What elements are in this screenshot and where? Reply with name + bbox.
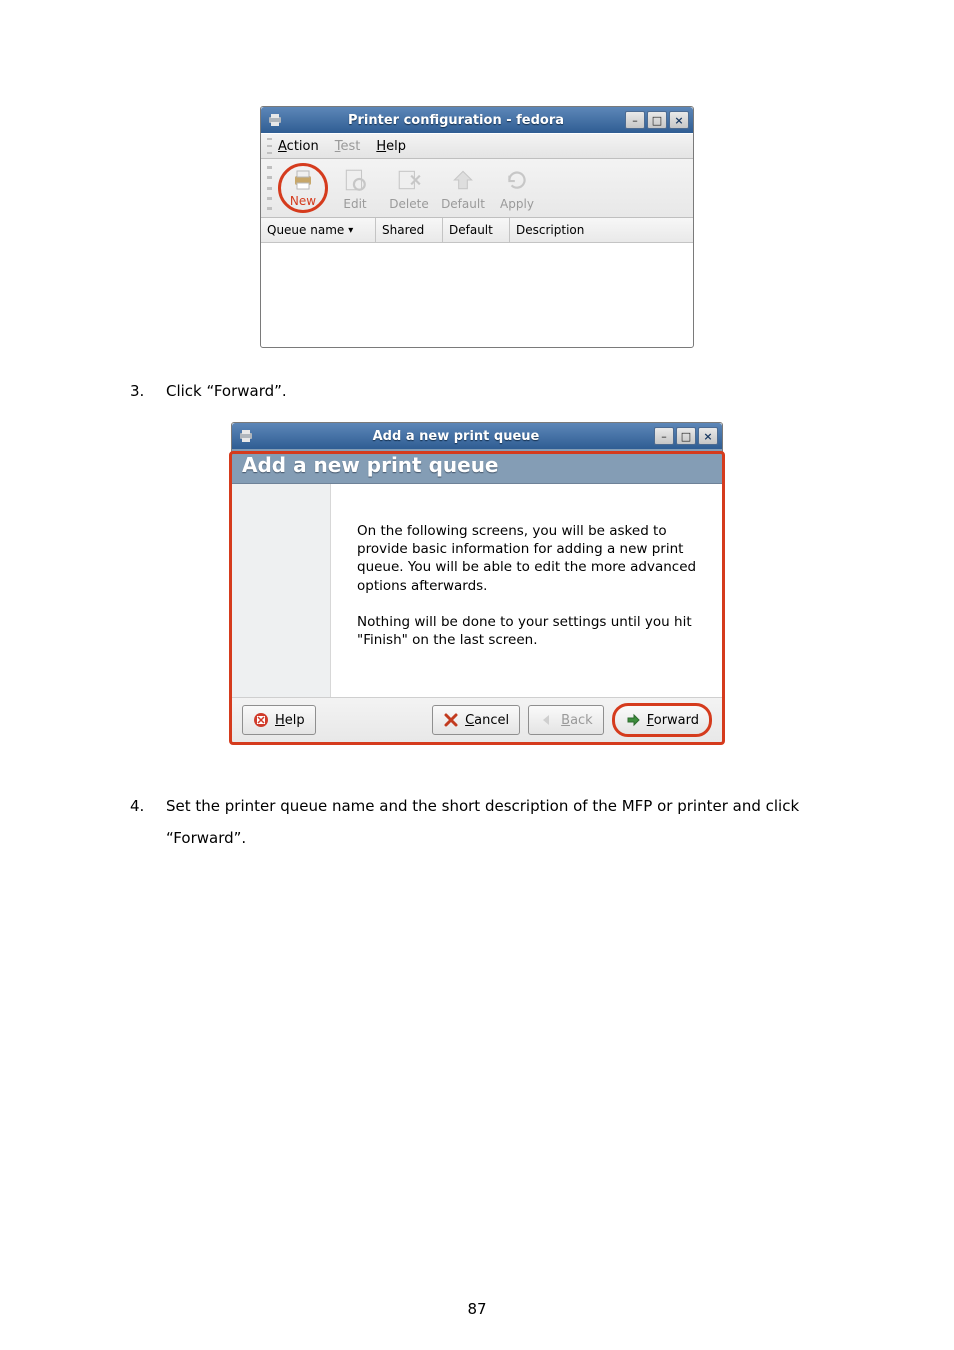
page-number: 87 bbox=[0, 1300, 954, 1318]
default-label: Default bbox=[441, 197, 485, 211]
delete-label: Delete bbox=[389, 197, 428, 211]
add-queue-window: Add a new print queue – □ × Add a new pr… bbox=[231, 422, 723, 743]
wizard-para-2: Nothing will be done to your settings un… bbox=[357, 613, 704, 649]
edit-label: Edit bbox=[343, 197, 366, 211]
new-button-highlight: New bbox=[278, 163, 328, 213]
window-title: Printer configuration - fedora bbox=[289, 113, 623, 128]
default-button: Default bbox=[436, 161, 490, 215]
menu-test: Test bbox=[335, 139, 361, 154]
wizard-content: On the following screens, you will be as… bbox=[331, 484, 722, 697]
back-button: Back bbox=[528, 705, 604, 735]
wizard-footer: Help Cancel Back Forward bbox=[232, 697, 722, 742]
window-title: Add a new print queue bbox=[260, 429, 652, 444]
step-3: 3. Click “Forward”. bbox=[130, 382, 824, 400]
forward-button[interactable]: Forward bbox=[612, 703, 712, 737]
back-icon bbox=[539, 712, 555, 728]
table-body-empty bbox=[261, 243, 693, 347]
window-controls: – □ × bbox=[623, 111, 689, 129]
edit-button: Edit bbox=[328, 161, 382, 215]
sort-arrow-icon: ▾ bbox=[348, 225, 353, 236]
col-queue-name[interactable]: Queue name▾ bbox=[261, 218, 376, 242]
title-bar: Add a new print queue – □ × bbox=[232, 423, 722, 449]
wizard-banner: Add a new print queue bbox=[232, 449, 722, 484]
apply-icon bbox=[502, 165, 532, 195]
printer-icon bbox=[267, 112, 283, 128]
wizard-para-1: On the following screens, you will be as… bbox=[357, 522, 704, 595]
wizard-sidebar bbox=[232, 484, 331, 697]
menubar-handle bbox=[267, 138, 272, 154]
menu-bar: Action Test Help bbox=[261, 133, 693, 159]
toolbar-handle bbox=[267, 166, 272, 210]
help-button[interactable]: Help bbox=[242, 705, 316, 735]
step-text: Set the printer queue name and the short… bbox=[166, 791, 824, 854]
close-button[interactable]: × bbox=[698, 427, 718, 445]
toolbar: New Edit Delete Default Apply bbox=[261, 159, 693, 218]
printer-icon bbox=[238, 428, 254, 444]
cancel-button[interactable]: Cancel bbox=[432, 705, 520, 735]
cancel-icon bbox=[443, 712, 459, 728]
col-default[interactable]: Default bbox=[443, 218, 510, 242]
step-number: 3. bbox=[130, 382, 166, 400]
new-label[interactable]: New bbox=[290, 194, 316, 208]
col-description[interactable]: Description bbox=[510, 218, 693, 242]
apply-button: Apply bbox=[490, 161, 544, 215]
wizard-title: Add a new print queue bbox=[242, 453, 712, 477]
wizard-body: On the following screens, you will be as… bbox=[232, 484, 722, 697]
printer-config-window: Printer configuration - fedora – □ × Act… bbox=[260, 106, 694, 348]
maximize-button[interactable]: □ bbox=[647, 111, 667, 129]
apply-label: Apply bbox=[500, 197, 534, 211]
window-controls: – □ × bbox=[652, 427, 718, 445]
edit-icon bbox=[340, 165, 370, 195]
close-button[interactable]: × bbox=[669, 111, 689, 129]
default-icon bbox=[448, 165, 478, 195]
step-text: Click “Forward”. bbox=[166, 382, 824, 400]
minimize-button[interactable]: – bbox=[654, 427, 674, 445]
maximize-button[interactable]: □ bbox=[676, 427, 696, 445]
help-icon bbox=[253, 712, 269, 728]
delete-button: Delete bbox=[382, 161, 436, 215]
menu-help[interactable]: Help bbox=[376, 139, 406, 154]
printer-new-icon[interactable] bbox=[291, 168, 315, 192]
forward-icon bbox=[625, 712, 641, 728]
delete-icon bbox=[394, 165, 424, 195]
step-4: 4. Set the printer queue name and the sh… bbox=[130, 791, 824, 854]
col-shared[interactable]: Shared bbox=[376, 218, 443, 242]
table-header: Queue name▾ Shared Default Description bbox=[261, 218, 693, 243]
title-bar: Printer configuration - fedora – □ × bbox=[261, 107, 693, 133]
menu-action[interactable]: Action bbox=[278, 139, 319, 154]
step-number: 4. bbox=[130, 791, 166, 854]
minimize-button[interactable]: – bbox=[625, 111, 645, 129]
